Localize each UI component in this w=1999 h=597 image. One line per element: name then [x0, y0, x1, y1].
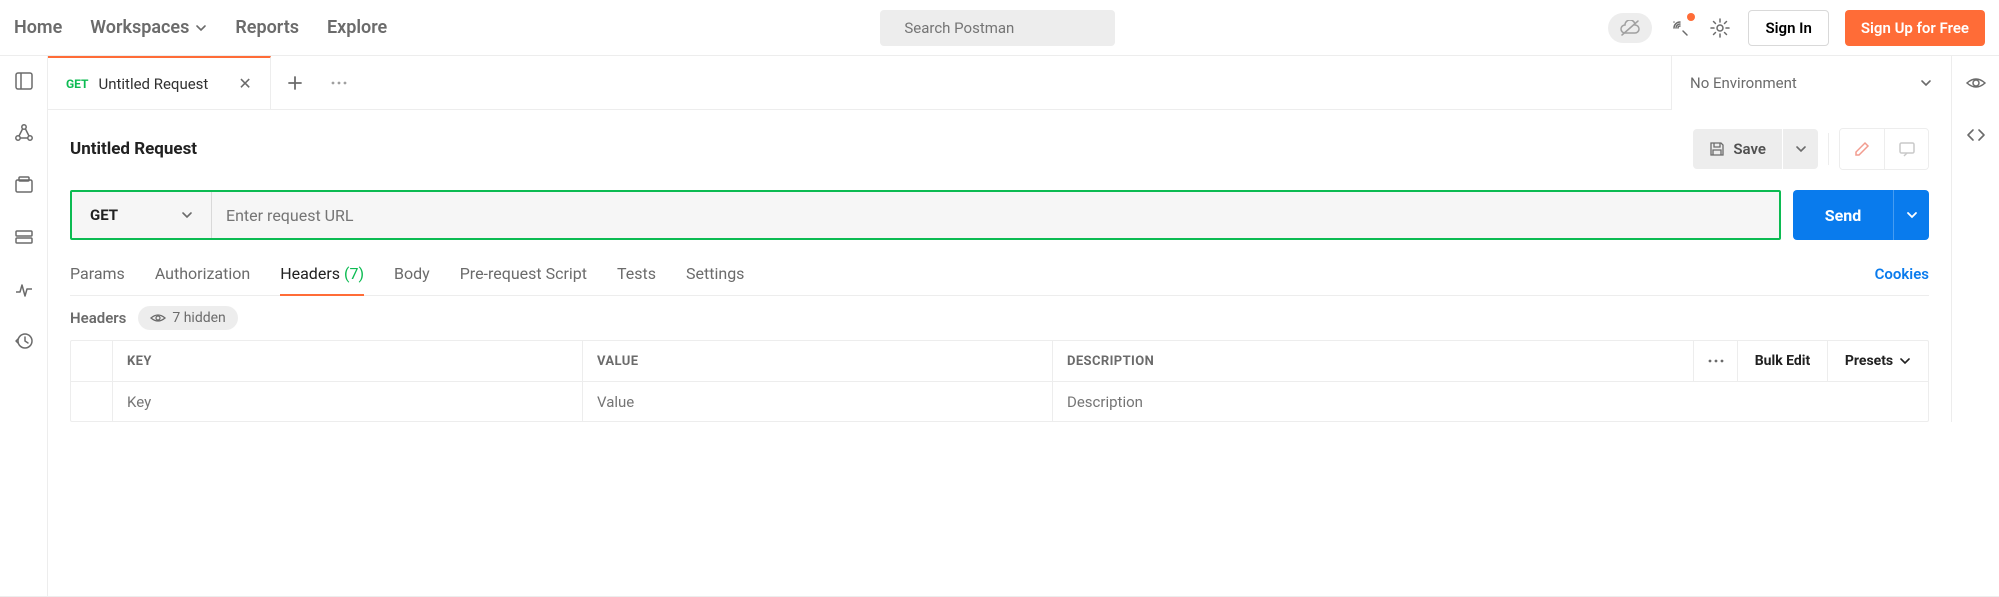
key-input[interactable] — [127, 393, 568, 411]
save-button[interactable]: Save — [1693, 129, 1782, 169]
value-input[interactable] — [597, 393, 1038, 411]
history-icon[interactable] — [13, 330, 35, 352]
headers-table: KEY VALUE DESCRIPTION Bulk Edit Presets — [70, 340, 1929, 422]
tab-settings[interactable]: Settings — [686, 252, 744, 295]
request-title: Untitled Request — [70, 139, 197, 159]
eye-icon — [150, 312, 166, 324]
signup-button[interactable]: Sign Up for Free — [1845, 10, 1985, 46]
bulk-edit-button[interactable]: Bulk Edit — [1738, 341, 1828, 381]
nav-left: Home Workspaces Reports Explore — [14, 17, 387, 38]
table-row — [71, 381, 1928, 421]
tab-prerequest[interactable]: Pre-request Script — [460, 252, 587, 295]
nav-center — [387, 10, 1608, 46]
monitors-icon[interactable] — [13, 278, 35, 300]
hidden-headers-text: 7 hidden — [172, 310, 225, 326]
save-icon — [1709, 141, 1725, 157]
environment-label: No Environment — [1690, 74, 1797, 92]
env-quicklook-icon[interactable] — [1965, 72, 1987, 94]
col-key-header: KEY — [113, 341, 583, 381]
table-header: KEY VALUE DESCRIPTION Bulk Edit Presets — [71, 341, 1928, 381]
chevron-down-icon — [195, 22, 207, 34]
notification-dot — [1687, 13, 1695, 21]
chevron-down-icon — [1919, 76, 1933, 90]
col-description-header: DESCRIPTION — [1053, 341, 1694, 381]
code-icon[interactable] — [1965, 124, 1987, 146]
tab-authorization[interactable]: Authorization — [155, 252, 250, 295]
tab-body[interactable]: Body — [394, 252, 430, 295]
url-input[interactable] — [212, 192, 1779, 238]
presets-button[interactable]: Presets — [1828, 341, 1928, 381]
right-rail — [1951, 110, 1999, 422]
hidden-headers-toggle[interactable]: 7 hidden — [138, 306, 237, 330]
tab-method: GET — [66, 77, 88, 91]
chevron-down-icon — [1906, 209, 1918, 221]
description-input[interactable] — [1067, 393, 1914, 411]
nav-workspaces-label: Workspaces — [90, 17, 189, 38]
tab-headers[interactable]: Headers (7) — [280, 252, 364, 295]
save-dropdown[interactable] — [1782, 129, 1818, 169]
search-input[interactable] — [904, 19, 1103, 37]
presets-label: Presets — [1845, 353, 1893, 369]
tab-headers-label: Headers — [280, 264, 340, 283]
col-options-icon[interactable] — [1694, 341, 1738, 381]
send-button[interactable]: Send — [1793, 190, 1893, 240]
col-value-header: VALUE — [583, 341, 1053, 381]
close-icon[interactable]: ✕ — [238, 74, 251, 93]
edit-icon[interactable] — [1840, 129, 1884, 169]
signin-button[interactable]: Sign In — [1748, 10, 1828, 46]
save-label: Save — [1733, 140, 1766, 158]
chevron-down-icon — [1795, 143, 1807, 155]
chevron-down-icon — [181, 209, 193, 221]
url-bar: GET — [70, 190, 1781, 240]
tab-title: Untitled Request — [98, 75, 208, 93]
cloud-offline-icon[interactable] — [1608, 13, 1652, 43]
col-checkbox — [71, 341, 113, 381]
tab-params[interactable]: Params — [70, 252, 125, 295]
search-box[interactable] — [880, 10, 1115, 46]
divider — [1828, 133, 1829, 165]
chevron-down-icon — [1899, 355, 1911, 367]
nav-explore[interactable]: Explore — [327, 17, 387, 38]
nav-reports[interactable]: Reports — [235, 17, 299, 38]
tab-tests[interactable]: Tests — [617, 252, 656, 295]
request-panel: Untitled Request Save — [48, 110, 1951, 422]
mock-servers-icon[interactable] — [13, 226, 35, 248]
left-rail — [0, 56, 48, 597]
method-label: GET — [90, 206, 118, 224]
send-dropdown[interactable] — [1893, 190, 1929, 240]
method-selector[interactable]: GET — [72, 192, 212, 238]
top-nav: Home Workspaces Reports Explore Sign In … — [0, 0, 1999, 56]
environment-selector[interactable]: No Environment — [1671, 56, 1951, 110]
headers-section-label: Headers — [70, 309, 126, 327]
comments-icon[interactable] — [1884, 129, 1928, 169]
apis-icon[interactable] — [13, 122, 35, 144]
request-tab[interactable]: GET Untitled Request ✕ — [48, 56, 271, 109]
cookies-link[interactable]: Cookies — [1875, 265, 1929, 283]
collections-icon[interactable] — [13, 70, 35, 92]
capture-icon[interactable] — [1668, 16, 1692, 40]
tab-headers-count: (7) — [344, 264, 364, 283]
nav-right: Sign In Sign Up for Free — [1608, 10, 1985, 46]
new-tab-button[interactable] — [271, 74, 319, 92]
row-checkbox[interactable] — [71, 382, 113, 421]
settings-icon[interactable] — [1708, 16, 1732, 40]
request-subtabs: Params Authorization Headers (7) Body Pr… — [70, 252, 744, 295]
tabs-bar: GET Untitled Request ✕ — [48, 56, 1671, 110]
nav-home[interactable]: Home — [14, 17, 62, 38]
tab-menu-icon[interactable] — [319, 80, 359, 86]
nav-workspaces[interactable]: Workspaces — [90, 17, 207, 38]
environments-icon[interactable] — [13, 174, 35, 196]
